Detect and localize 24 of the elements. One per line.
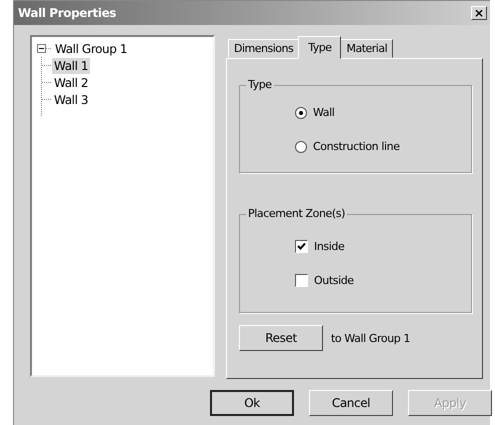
tab[interactable]: Type (298, 36, 342, 59)
close-button[interactable]: × (471, 6, 487, 20)
dialog-button[interactable]: Ok (210, 390, 294, 416)
tab[interactable]: Dimensions (228, 39, 300, 58)
group-title: Placement Zone(s) (246, 207, 348, 220)
group-title: Type (246, 78, 274, 91)
radio-button[interactable] (295, 140, 307, 152)
tree-item[interactable]: Wall 1 (52, 58, 90, 74)
collapse-icon[interactable] (37, 44, 46, 53)
radio-label: Wall (313, 106, 334, 119)
tree-item[interactable]: Wall 2 (52, 74, 90, 90)
checkbox[interactable] (295, 274, 308, 287)
radio-button[interactable] (295, 106, 307, 118)
tree-item[interactable]: Wall Group 1 (53, 40, 130, 56)
radio-label: Construction line (313, 140, 400, 153)
tab[interactable]: Material (340, 39, 394, 58)
reset-label: to Wall Group 1 (331, 332, 410, 344)
reset-button[interactable]: Reset (239, 325, 323, 351)
dialog-button[interactable]: Cancel (309, 390, 393, 416)
window-title: Wall Properties (18, 6, 116, 20)
checkbox[interactable] (295, 240, 308, 253)
checkbox-label: Outside (314, 274, 354, 287)
checkbox-label: Inside (314, 240, 344, 253)
tree-item[interactable]: Wall 3 (52, 92, 90, 108)
